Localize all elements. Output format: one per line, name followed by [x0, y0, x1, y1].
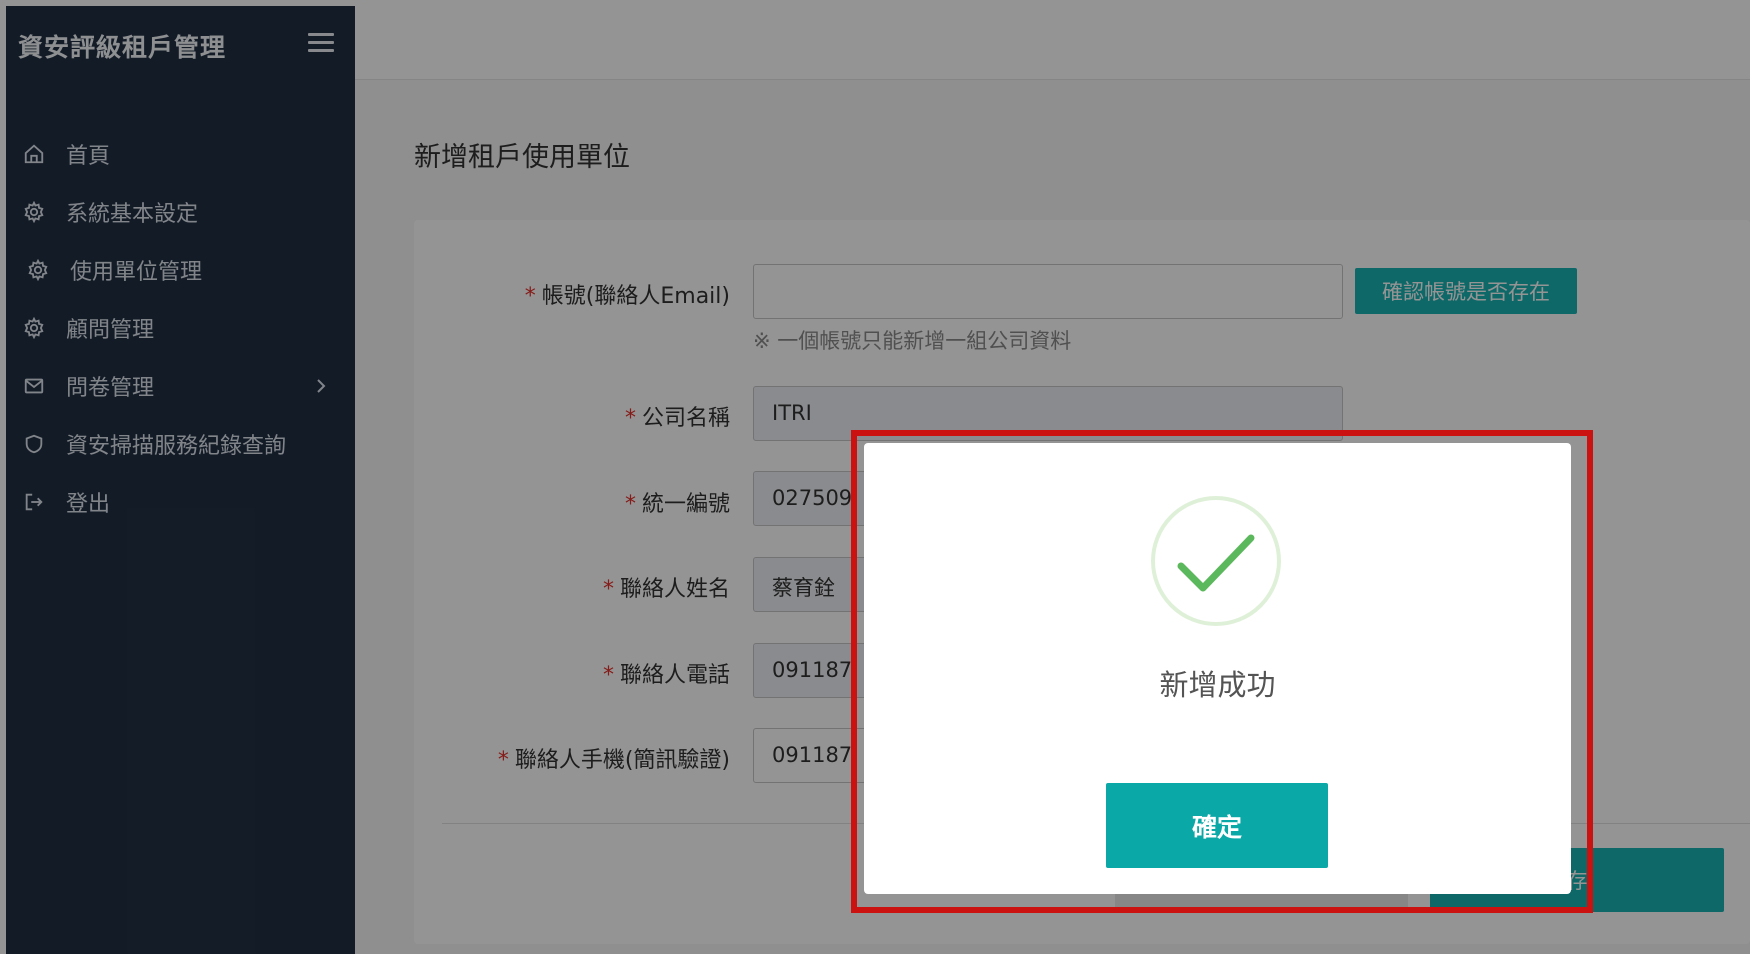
success-check-icon: [1151, 496, 1281, 626]
confirm-button[interactable]: 確定: [1106, 783, 1328, 868]
dialog-title: 新增成功: [1159, 668, 1276, 702]
